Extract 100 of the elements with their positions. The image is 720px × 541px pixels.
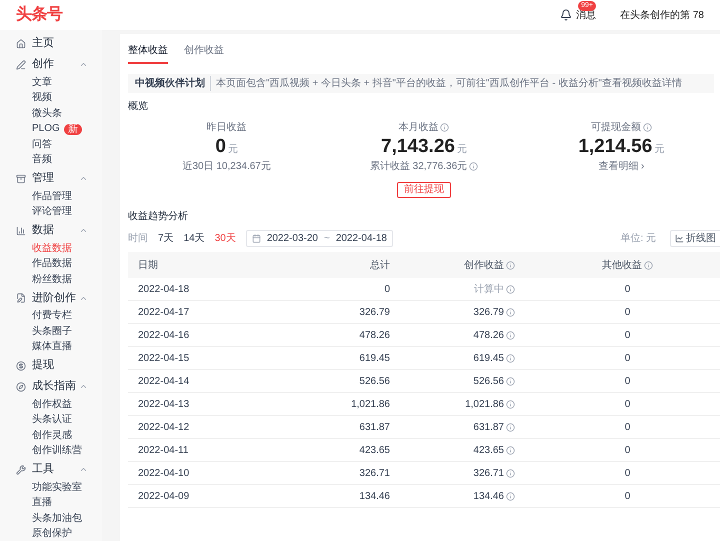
overview-title: 概览 [128, 100, 149, 114]
stat-unit: 元 [654, 143, 664, 157]
chevron-up-icon[interactable] [79, 226, 88, 235]
table-cell: 2022-04-17 [138, 306, 190, 318]
table-cell-text: 631.87 [359, 420, 390, 434]
range-option[interactable]: 14天 [184, 230, 205, 246]
archive-icon [16, 174, 26, 184]
sidebar-item[interactable]: 功能实验室 [32, 482, 82, 494]
sidebar-item[interactable]: 微头条 [32, 108, 62, 120]
table-cell: 2022-04-16 [138, 330, 190, 340]
sidebar-item[interactable]: 视频 [32, 92, 52, 104]
table-cell-text: 0 [624, 306, 630, 320]
sidebar-group[interactable]: 进阶创作 [16, 288, 102, 308]
range-option[interactable]: 7天 [158, 230, 174, 246]
date-range-field[interactable]: 2022-03-20 ~ 2022-04-18 [246, 230, 393, 246]
table-cell-text: 326.79 [473, 306, 504, 320]
sidebar-item[interactable]: 原创保护 [32, 528, 72, 540]
table-cell-text: 0 [624, 374, 630, 388]
sidebar-item[interactable]: 作品管理 [32, 190, 72, 203]
sidebar-group[interactable]: 提现 [16, 355, 102, 376]
sidebar-item[interactable]: 评论管理 [32, 206, 72, 218]
sidebar-item[interactable]: 直播 [32, 497, 52, 510]
sidebar-group[interactable]: 工具 [16, 459, 102, 480]
sidebar-group[interactable]: 数据 [16, 220, 102, 241]
info-icon [506, 354, 515, 362]
table-cell: 2022-04-09 [138, 490, 190, 502]
sidebar-item[interactable]: PLOG [32, 123, 60, 136]
table-cell: 2022-04-15 [138, 352, 190, 364]
table-cell: 2022-04-18 [138, 284, 190, 294]
table-cell-text: 478.26 [473, 328, 504, 342]
sidebar-item[interactable]: 问答 [32, 138, 52, 151]
table-cell-text: 619.45 [359, 352, 390, 366]
table-cell-text: 526.56 [359, 374, 390, 388]
sidebar-group[interactable]: 主页 [16, 33, 102, 54]
table-cell-text: 0 [624, 444, 630, 458]
sidebar-item[interactable]: 创作权益 [32, 398, 72, 411]
sidebar-item[interactable]: 头条圈子 [32, 326, 72, 338]
chevron-up-icon[interactable] [79, 382, 88, 391]
notification-bell-icon[interactable] [560, 9, 572, 21]
table-cell-text: 478.26 [359, 328, 390, 342]
chevron-up-icon[interactable] [79, 60, 88, 69]
table-cell-text: 0 [624, 420, 630, 434]
tab[interactable]: 创作收益 [184, 43, 224, 64]
stat-label: 昨日收益 [206, 121, 247, 135]
sidebar-item[interactable]: 文章 [32, 76, 52, 89]
info-icon [506, 422, 515, 432]
sidebar-item[interactable]: 创作灵感 [32, 430, 72, 442]
info-icon [506, 468, 515, 478]
table-cell-text: 326.71 [473, 466, 504, 480]
coin-icon [16, 360, 26, 370]
wrench-icon [16, 464, 26, 474]
info-icon [506, 446, 515, 454]
notice-text: 本页面包含"西瓜视频 + 今日头条 + 抖音"平台的收益，可前往"西瓜创作平台 - 收益分析"查看视频收益详情 [210, 76, 682, 91]
time-label: 时间 [128, 232, 148, 246]
range-option[interactable]: 30天 [214, 230, 236, 246]
stat-unit: 元 [456, 143, 467, 157]
sidebar-item[interactable]: 头条认证 [32, 414, 72, 426]
stat-value: 1,214.56 [578, 135, 652, 159]
line-chart-button[interactable]: 折线图 [670, 230, 720, 246]
chevron-up-icon[interactable] [79, 174, 88, 183]
logo[interactable]: 头条号 [16, 3, 63, 27]
column-header: 日期 [138, 258, 158, 272]
column-header: 其他收益 [602, 258, 642, 272]
pen-icon [16, 60, 26, 70]
table-cell-text: 1,021.86 [465, 398, 504, 412]
sidebar-group[interactable]: 创作 [16, 54, 102, 75]
stat-unit: 元 [228, 143, 238, 157]
table-cell: 2022-04-11 [138, 444, 188, 456]
table-cell-text: 631.87 [473, 420, 504, 434]
calendar-icon [252, 234, 261, 242]
stat-value: 0 [215, 135, 226, 159]
tab[interactable]: 整体收益 [128, 43, 168, 64]
unit-label: 单位: 元 [620, 232, 656, 246]
table-cell-text: 0 [624, 490, 630, 504]
column-header: 创作收益 [464, 258, 504, 272]
table-cell-text: 0 [624, 352, 630, 366]
sidebar-item[interactable]: 头条加油包 [32, 512, 82, 525]
withdraw-button[interactable]: 前往提现 [397, 182, 451, 198]
sidebar-item[interactable]: 作品数据 [32, 258, 72, 270]
column-header: 总计 [370, 258, 390, 272]
trend-title: 收益趋势分析 [128, 210, 189, 224]
sidebar-group[interactable]: 成长指南 [16, 376, 102, 397]
sidebar-item[interactable]: 媒体直播 [32, 341, 72, 354]
table-cell-text: 0 [624, 282, 630, 296]
sidebar-item[interactable]: 收益数据 [32, 242, 72, 255]
table-cell-text: 619.45 [473, 352, 504, 366]
chart-icon [16, 226, 26, 236]
chevron-up-icon[interactable] [79, 465, 88, 474]
table-cell-text: 423.65 [359, 444, 390, 458]
stat-label: 可提现金额 [590, 120, 641, 135]
sidebar-item[interactable]: 创作训练营 [32, 445, 82, 458]
table-cell-text: 326.71 [359, 466, 390, 480]
compass-icon [16, 382, 26, 392]
sidebar-item[interactable]: 音频 [32, 154, 52, 166]
table-cell-text: 1,021.86 [351, 398, 390, 412]
sidebar-item[interactable]: 粉丝数据 [32, 274, 72, 286]
info-icon [506, 492, 515, 500]
new-badge: 新 [64, 124, 82, 135]
sidebar-item[interactable]: 付费专栏 [32, 310, 72, 322]
sidebar-group[interactable]: 管理 [16, 168, 102, 189]
